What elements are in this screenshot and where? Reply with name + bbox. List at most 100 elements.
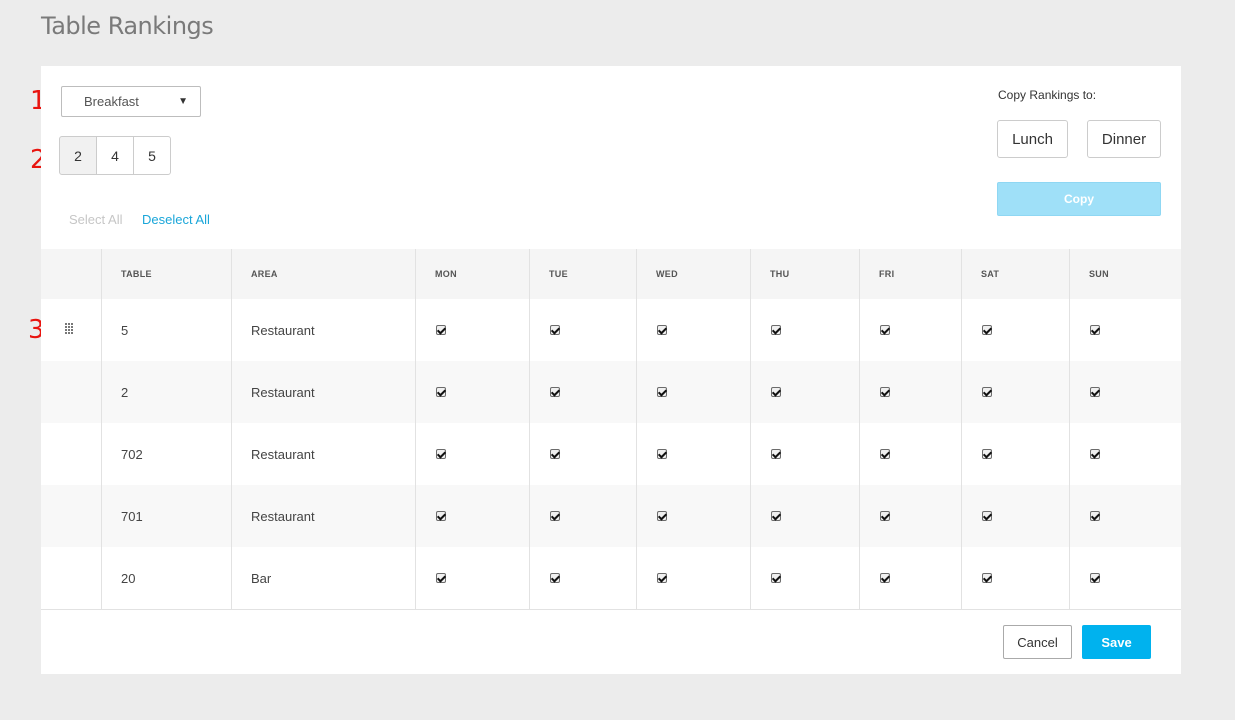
drag-dot — [71, 323, 73, 325]
day-cell-fri — [859, 547, 890, 609]
day-cell-tue — [529, 547, 560, 609]
day-checkbox-tue[interactable] — [550, 511, 560, 521]
day-checkbox-wed[interactable] — [657, 387, 667, 397]
table-row[interactable]: 2 Restaurant — [41, 361, 1181, 423]
day-cell-sun — [1069, 485, 1100, 547]
day-checkbox-sun[interactable] — [1090, 511, 1100, 521]
header-tue: TUE — [549, 269, 568, 279]
day-checkbox-sat[interactable] — [982, 573, 992, 583]
day-checkbox-sun[interactable] — [1090, 325, 1100, 335]
table-number: 20 — [121, 570, 136, 586]
day-cell-thu — [750, 547, 781, 609]
header-wed: WED — [656, 269, 678, 279]
page-title: Table Rankings — [41, 12, 214, 40]
day-cell-tue — [529, 423, 560, 485]
drag-handle-icon[interactable] — [65, 323, 75, 335]
save-button[interactable]: Save — [1082, 625, 1151, 659]
day-cell-mon — [415, 547, 446, 609]
rankings-panel: Breakfast ▼ 2 4 5 Select All Deselect Al… — [41, 66, 1181, 674]
day-cell-tue — [529, 485, 560, 547]
table-row[interactable]: 702 Restaurant — [41, 423, 1181, 485]
day-cell-sat — [961, 547, 992, 609]
day-checkbox-sat[interactable] — [982, 511, 992, 521]
day-checkbox-wed[interactable] — [657, 449, 667, 459]
day-cell-wed — [636, 361, 667, 423]
day-checkbox-thu[interactable] — [771, 573, 781, 583]
day-checkbox-wed[interactable] — [657, 511, 667, 521]
day-checkbox-sat[interactable] — [982, 387, 992, 397]
day-checkbox-tue[interactable] — [550, 387, 560, 397]
header-table: TABLE — [121, 269, 152, 279]
table-area: Restaurant — [251, 322, 315, 338]
day-checkbox-mon[interactable] — [436, 573, 446, 583]
day-checkbox-fri[interactable] — [880, 387, 890, 397]
day-checkbox-fri[interactable] — [880, 573, 890, 583]
table-area: Restaurant — [251, 446, 315, 462]
day-checkbox-sun[interactable] — [1090, 387, 1100, 397]
day-checkbox-wed[interactable] — [657, 325, 667, 335]
copy-target-dinner-button[interactable]: Dinner — [1087, 120, 1161, 158]
day-checkbox-fri[interactable] — [880, 449, 890, 459]
day-checkbox-mon[interactable] — [436, 325, 446, 335]
deselect-all-link[interactable]: Deselect All — [142, 212, 210, 227]
day-cell-mon — [415, 299, 446, 361]
day-checkbox-mon[interactable] — [436, 449, 446, 459]
caret-down-icon: ▼ — [178, 96, 188, 107]
copy-button[interactable]: Copy — [997, 182, 1161, 216]
column-divider — [859, 249, 860, 609]
party-size-group: 2 4 5 — [59, 136, 171, 175]
drag-dot — [68, 326, 70, 328]
select-all-link[interactable]: Select All — [69, 212, 122, 227]
drag-dot — [68, 332, 70, 334]
column-divider — [231, 249, 232, 609]
day-cell-thu — [750, 423, 781, 485]
column-divider — [636, 249, 637, 609]
table-row[interactable]: 701 Restaurant — [41, 485, 1181, 547]
day-checkbox-tue[interactable] — [550, 573, 560, 583]
day-cell-sun — [1069, 423, 1100, 485]
day-checkbox-sun[interactable] — [1090, 573, 1100, 583]
copy-rankings-label: Copy Rankings to: — [998, 88, 1097, 102]
party-size-button-4[interactable]: 4 — [96, 136, 134, 175]
day-checkbox-fri[interactable] — [880, 325, 890, 335]
table-row[interactable]: 5 Restaurant — [41, 299, 1181, 361]
column-divider — [750, 249, 751, 609]
party-size-button-5[interactable]: 5 — [133, 136, 171, 175]
drag-dot — [68, 329, 70, 331]
day-checkbox-thu[interactable] — [771, 449, 781, 459]
day-cell-mon — [415, 423, 446, 485]
day-cell-thu — [750, 299, 781, 361]
drag-dot — [68, 323, 70, 325]
table-number: 702 — [121, 446, 143, 462]
day-checkbox-fri[interactable] — [880, 511, 890, 521]
table-row[interactable]: 20 Bar — [41, 547, 1181, 609]
day-checkbox-wed[interactable] — [657, 573, 667, 583]
drag-dot — [71, 329, 73, 331]
day-checkbox-thu[interactable] — [771, 325, 781, 335]
day-checkbox-thu[interactable] — [771, 511, 781, 521]
day-checkbox-tue[interactable] — [550, 325, 560, 335]
day-cell-thu — [750, 485, 781, 547]
day-checkbox-thu[interactable] — [771, 387, 781, 397]
day-checkbox-mon[interactable] — [436, 511, 446, 521]
meal-period-select[interactable]: Breakfast ▼ — [61, 86, 201, 117]
drag-dot — [65, 323, 67, 325]
day-checkbox-sun[interactable] — [1090, 449, 1100, 459]
cancel-button[interactable]: Cancel — [1003, 625, 1072, 659]
day-cell-fri — [859, 361, 890, 423]
copy-target-lunch-button[interactable]: Lunch — [997, 120, 1068, 158]
day-checkbox-tue[interactable] — [550, 449, 560, 459]
drag-dot — [65, 326, 67, 328]
day-cell-fri — [859, 423, 890, 485]
table-number: 701 — [121, 508, 143, 524]
day-cell-tue — [529, 299, 560, 361]
day-checkbox-sat[interactable] — [982, 449, 992, 459]
party-size-button-2[interactable]: 2 — [59, 136, 97, 175]
day-checkbox-mon[interactable] — [436, 387, 446, 397]
table-area: Restaurant — [251, 384, 315, 400]
column-divider — [415, 249, 416, 609]
column-divider — [961, 249, 962, 609]
drag-dot — [71, 326, 73, 328]
day-cell-mon — [415, 485, 446, 547]
day-checkbox-sat[interactable] — [982, 325, 992, 335]
